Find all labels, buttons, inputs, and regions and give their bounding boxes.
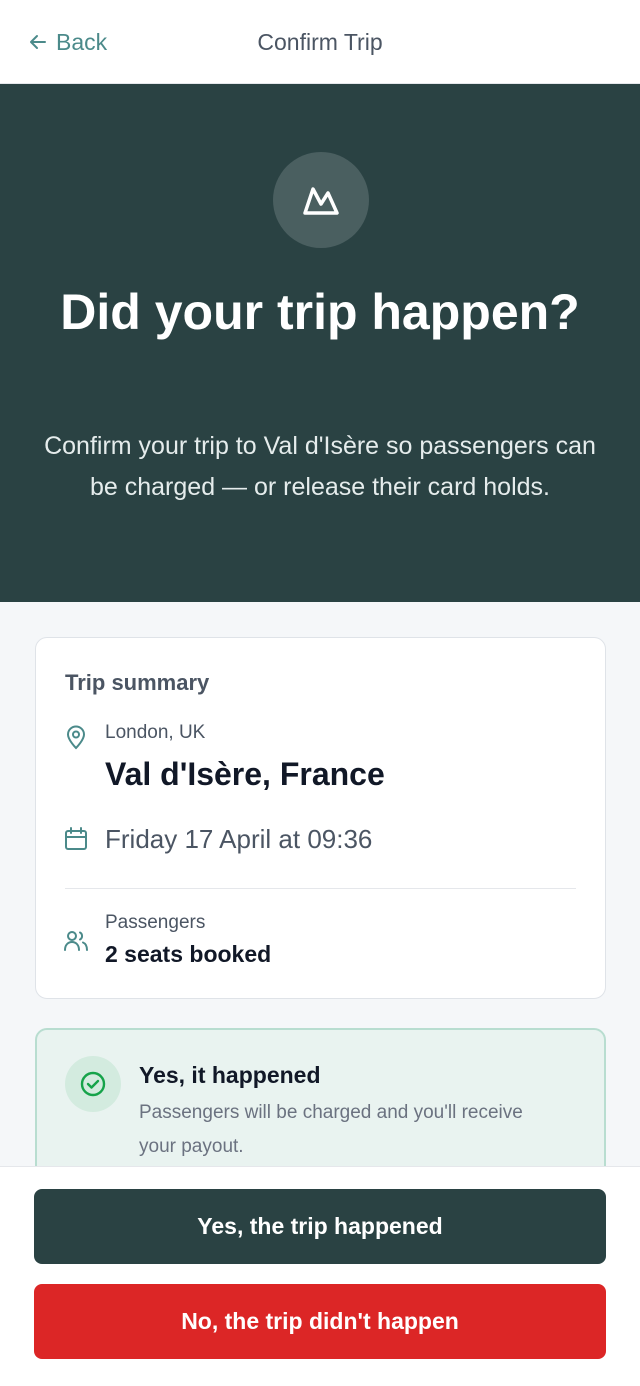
option-yes-title: Yes, it happened <box>139 1062 321 1088</box>
passengers-label: Passengers <box>105 912 206 933</box>
location-pin-icon <box>66 725 86 750</box>
trip-destination: Val d'Isère, France <box>105 756 385 792</box>
option-yes-description: Passengers will be charged and you'll re… <box>139 1102 523 1157</box>
trip-origin: London, UK <box>105 722 206 743</box>
deny-trip-button[interactable]: No, the trip didn't happen <box>34 1284 606 1359</box>
card-divider <box>65 888 576 889</box>
top-bar: Back Confirm Trip <box>0 0 640 84</box>
users-icon <box>64 931 88 951</box>
hero-icon-badge <box>273 152 369 248</box>
trip-summary-title: Trip summary <box>65 670 210 695</box>
hero-section: Did your trip happen? Confirm your trip … <box>0 84 640 602</box>
page-title: Confirm Trip <box>257 29 383 55</box>
confirm-trip-button[interactable]: Yes, the trip happened <box>34 1189 606 1264</box>
passengers-value: 2 seats booked <box>105 941 272 967</box>
trip-summary-card: Trip summary London, UK Val d'Isère, Fra… <box>35 637 606 999</box>
check-circle-badge <box>65 1056 121 1112</box>
hero-title: Did your trip happen? <box>60 284 580 340</box>
action-footer: Yes, the trip happened No, the trip didn… <box>0 1166 640 1386</box>
mountain-icon <box>303 187 339 215</box>
check-circle-icon <box>80 1071 106 1097</box>
hero-subtitle: Confirm your trip to Val d'Isère so pass… <box>44 432 596 501</box>
trip-datetime: Friday 17 April at 09:36 <box>105 824 373 854</box>
calendar-icon <box>65 827 87 850</box>
